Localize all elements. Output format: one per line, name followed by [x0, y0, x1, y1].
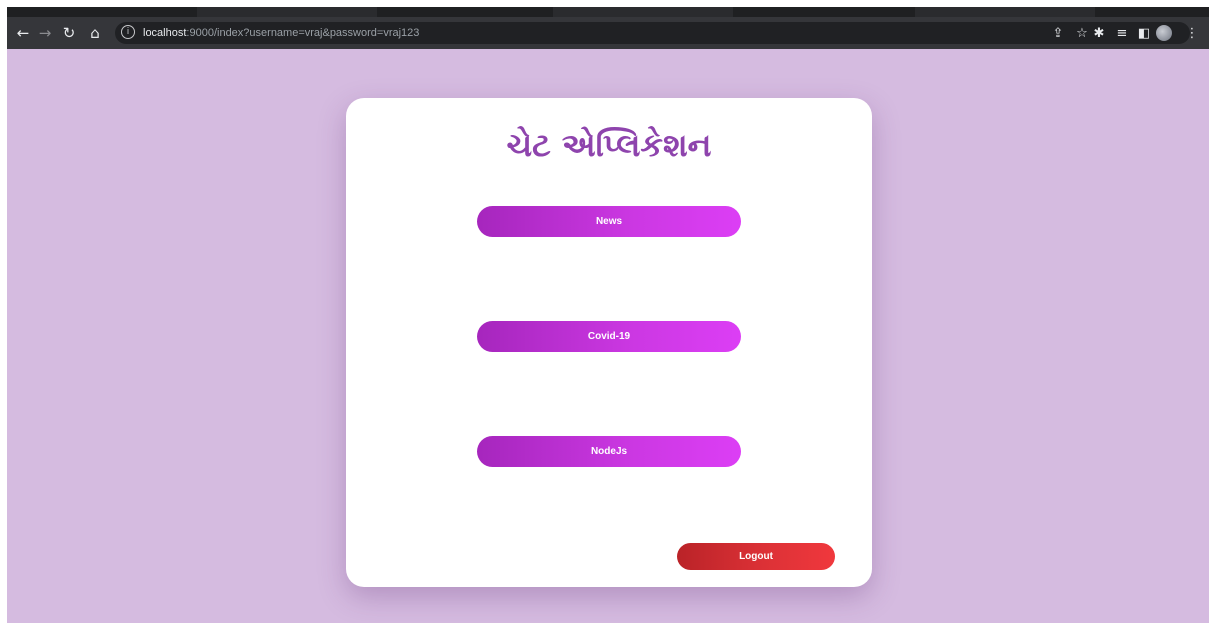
room-button-nodejs[interactable]: NodeJs	[477, 436, 741, 467]
browser-window: ← → ↻ ⌂ i localhost:9000/index?username=…	[7, 7, 1209, 623]
page-title: ચેટ એપ્લિકેશન	[506, 126, 712, 164]
back-arrow-icon[interactable]: ←	[13, 23, 33, 43]
address-url[interactable]: localhost:9000/index?username=vraj&passw…	[143, 25, 419, 41]
room-button-covid-19[interactable]: Covid-19	[477, 321, 741, 352]
logout-button[interactable]: Logout	[677, 543, 835, 570]
side-panel-icon[interactable]: ◧	[1135, 23, 1153, 43]
url-host: localhost	[143, 27, 187, 39]
url-path: :9000/index?username=vraj&password=vraj1…	[186, 27, 420, 39]
tab-strip	[7, 7, 1209, 17]
kebab-menu-icon[interactable]: ⋮	[1183, 23, 1201, 43]
chat-app-card: ચેટ એપ્લિકેશન News Covid-19 NodeJs Logou…	[346, 98, 872, 587]
puzzle-icon[interactable]: ✱	[1090, 23, 1108, 43]
home-icon[interactable]: ⌂	[85, 23, 105, 43]
address-bar[interactable]: i localhost:9000/index?username=vraj&pas…	[115, 22, 1190, 44]
reading-list-icon[interactable]: ≡	[1113, 23, 1131, 43]
reload-icon[interactable]: ↻	[59, 23, 79, 43]
tab[interactable]	[197, 7, 377, 17]
room-button-news[interactable]: News	[477, 206, 741, 237]
star-icon[interactable]: ☆	[1073, 23, 1091, 43]
tab[interactable]	[553, 7, 733, 17]
tab[interactable]	[915, 7, 1095, 17]
share-icon[interactable]: ⇪	[1049, 23, 1067, 43]
profile-avatar[interactable]	[1156, 25, 1172, 41]
forward-arrow-icon[interactable]: →	[35, 23, 55, 43]
page-viewport: ચેટ એપ્લિકેશન News Covid-19 NodeJs Logou…	[7, 49, 1209, 623]
browser-toolbar: ← → ↻ ⌂ i localhost:9000/index?username=…	[7, 17, 1209, 49]
site-info-icon[interactable]: i	[121, 25, 135, 39]
